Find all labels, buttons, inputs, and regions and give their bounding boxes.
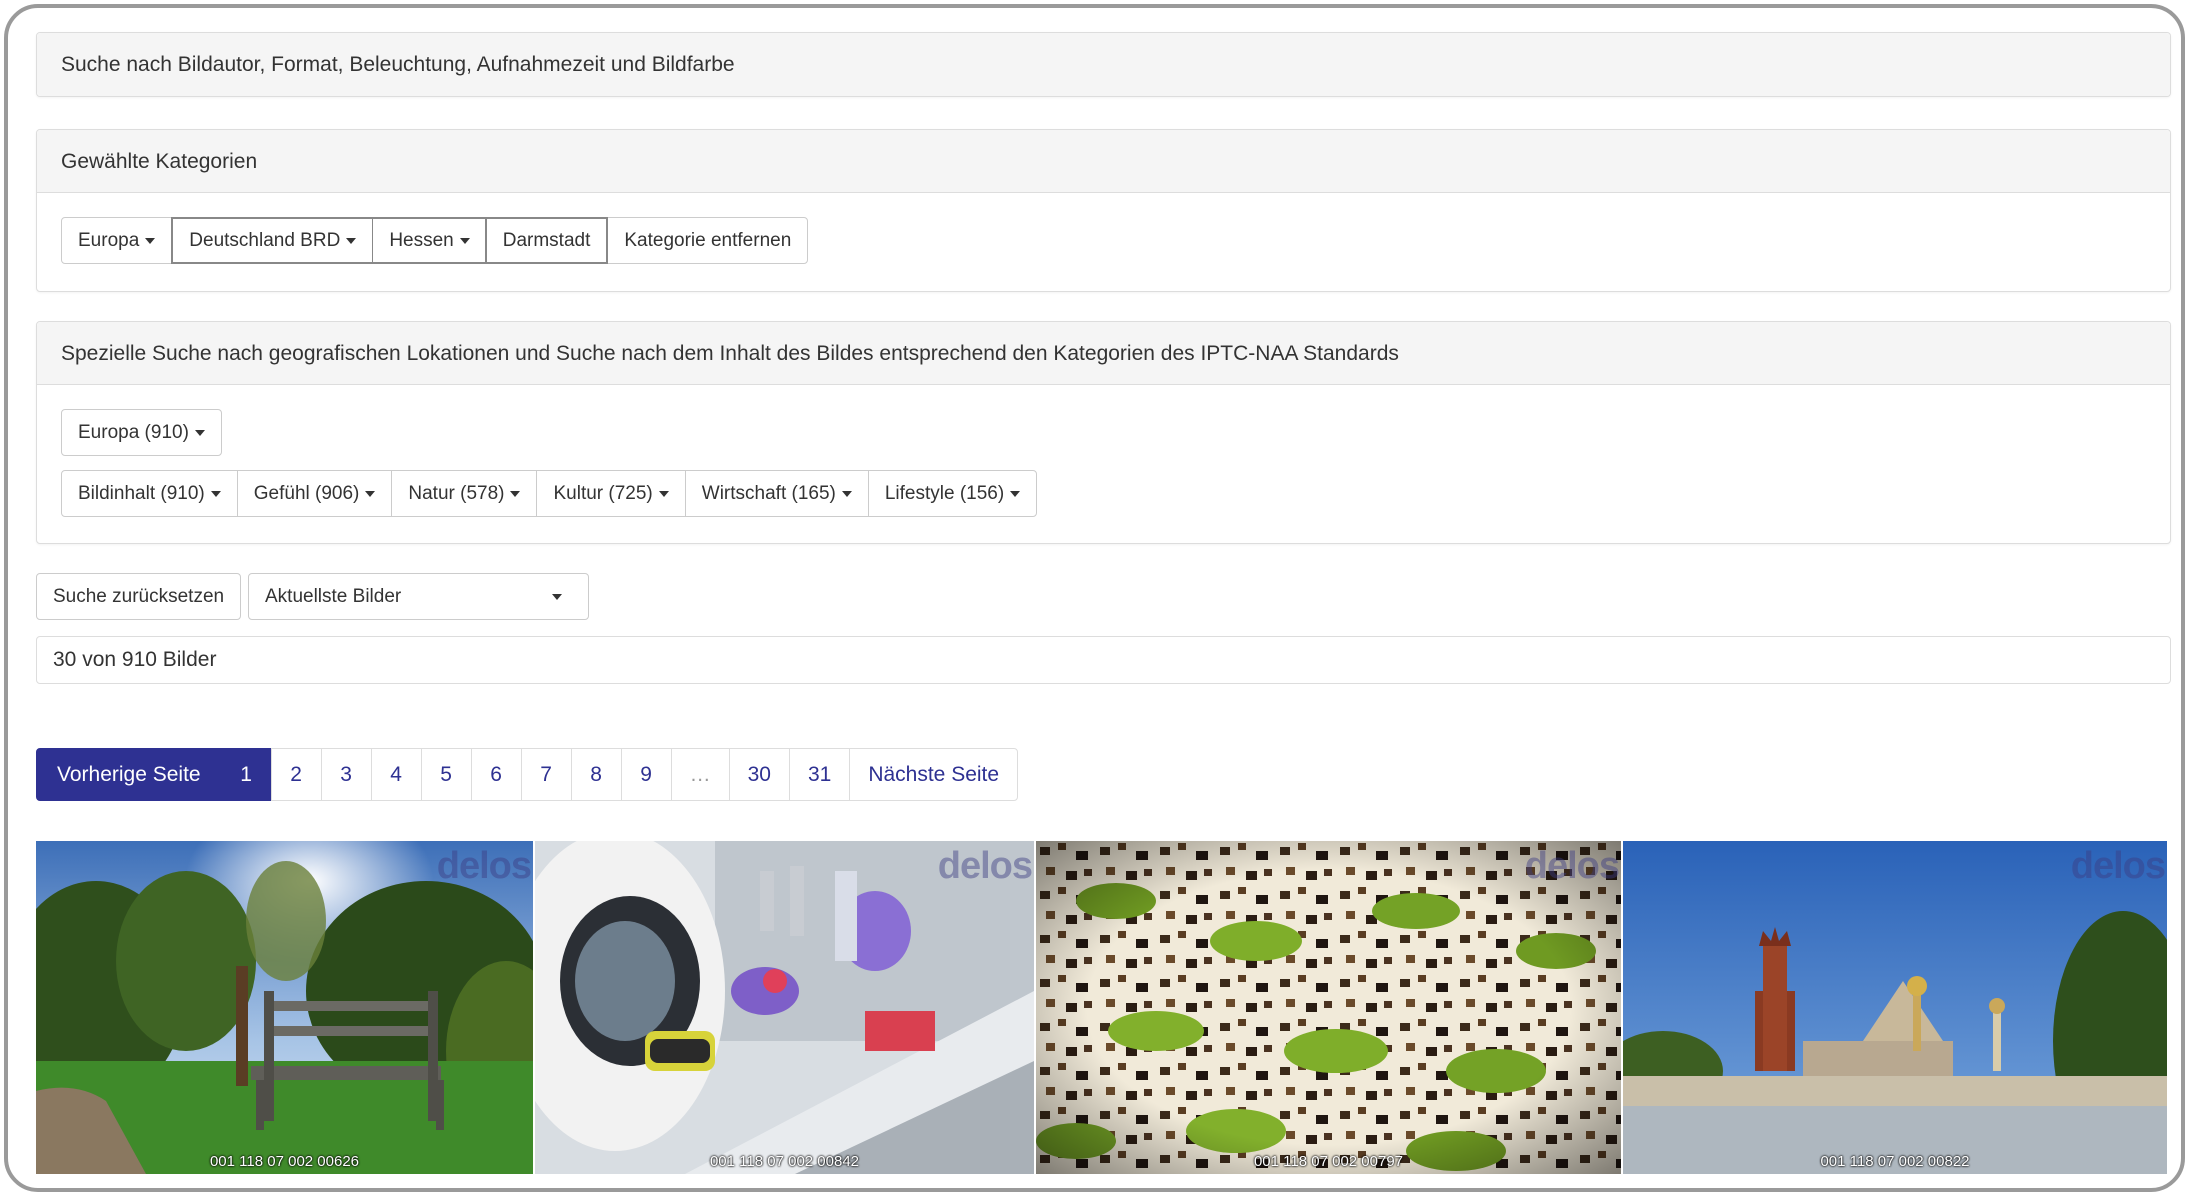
caret-down-icon	[510, 490, 521, 497]
thumbnail-caption: 001 118 07 002 00797	[1253, 1153, 1404, 1170]
selected-categories-heading: Gewählte Kategorien	[37, 130, 2170, 193]
caret-down-icon	[658, 490, 669, 497]
kiwi-cake-image	[1036, 841, 1621, 1174]
page-4[interactable]: 4	[370, 748, 422, 801]
next-page-button[interactable]: Nächste Seite	[849, 748, 1019, 801]
reset-search-label: Suche zurücksetzen	[53, 585, 225, 607]
page-2[interactable]: 2	[270, 748, 322, 801]
category-filter-group: Bildinhalt (910) Gefühl (906) Natur (578…	[61, 470, 1038, 517]
page-30[interactable]: 30	[728, 748, 790, 801]
thumbnail-kiwi-cake[interactable]: delos 001 118 07 002 00797	[1036, 841, 1621, 1174]
geo-filter-group: Europa (910)	[61, 409, 222, 456]
breadcrumb-hessen-label: Hessen	[389, 229, 454, 251]
filter-gefuehl[interactable]: Gefühl (906)	[236, 470, 393, 517]
caret-down-icon	[210, 490, 221, 497]
advanced-search-panel[interactable]: Suche nach Bildautor, Format, Beleuchtun…	[36, 32, 2171, 97]
park-bench-image	[36, 841, 533, 1174]
thumbnail-watermark: delos	[937, 845, 1033, 887]
filter-kultur-label: Kultur (725)	[553, 482, 653, 504]
special-search-heading: Spezielle Suche nach geografischen Lokat…	[37, 322, 2170, 385]
thumbnail-caption: 001 118 07 002 00842	[709, 1153, 860, 1170]
thumbnail-grid: delos 001 118 07 002 00626 delos 001 118…	[36, 841, 2167, 1174]
result-count: 30 von 910 Bilder	[36, 636, 2171, 684]
sort-select[interactable]: Aktuellste Bilder	[248, 573, 589, 620]
page-8[interactable]: 8	[570, 748, 622, 801]
pagination: Vorherige Seite 1 2 3 4 5 6 7 8 9 … 30 3…	[36, 748, 1019, 801]
special-search-panel: Spezielle Suche nach geografischen Lokat…	[36, 321, 2171, 544]
category-breadcrumb: Europa Deutschland BRD Hessen Darmstadt …	[61, 217, 809, 264]
filter-lifestyle[interactable]: Lifestyle (156)	[867, 470, 1038, 517]
page-9[interactable]: 9	[620, 748, 672, 801]
caret-down-icon	[365, 490, 376, 497]
caret-down-icon	[194, 429, 205, 436]
thumbnail-laboratory[interactable]: delos 001 118 07 002 00842	[535, 841, 1034, 1174]
thumbnail-watermark: delos	[1524, 845, 1620, 887]
result-count-text: 30 von 910 Bilder	[53, 648, 217, 671]
thumbnail-caption: 001 118 07 002 00626	[209, 1153, 360, 1170]
filter-lifestyle-label: Lifestyle (156)	[884, 482, 1005, 504]
page-3[interactable]: 3	[320, 748, 372, 801]
page-5[interactable]: 5	[420, 748, 472, 801]
selected-categories-panel: Gewählte Kategorien Europa Deutschland B…	[36, 129, 2171, 292]
laboratory-image	[535, 841, 1034, 1174]
caret-down-icon	[841, 490, 852, 497]
page-31[interactable]: 31	[788, 748, 851, 801]
caret-down-icon	[1010, 490, 1021, 497]
remove-category-label: Kategorie entfernen	[624, 229, 792, 251]
reset-group: Suche zurücksetzen	[36, 573, 242, 620]
thumbnail-watermark: delos	[2070, 845, 2166, 887]
chevron-down-icon	[552, 593, 562, 600]
page-1[interactable]: 1	[220, 748, 272, 801]
breadcrumb-europa[interactable]: Europa	[61, 217, 173, 264]
remove-category-button[interactable]: Kategorie entfernen	[607, 217, 809, 264]
advanced-search-heading[interactable]: Suche nach Bildautor, Format, Beleuchtun…	[37, 33, 2170, 96]
filter-wirtschaft-label: Wirtschaft (165)	[701, 482, 836, 504]
reset-search-button[interactable]: Suche zurücksetzen	[36, 573, 242, 620]
caret-down-icon	[459, 237, 470, 244]
page-6[interactable]: 6	[470, 748, 522, 801]
filter-gefuehl-label: Gefühl (906)	[253, 482, 360, 504]
thumbnail-wedding-tower[interactable]: delos 001 118 07 002 00822	[1623, 841, 2167, 1174]
previous-page-button[interactable]: Vorherige Seite	[36, 748, 222, 801]
filter-natur[interactable]: Natur (578)	[391, 470, 538, 517]
page-ellipsis: …	[670, 748, 730, 801]
filter-bildinhalt-label: Bildinhalt (910)	[78, 482, 205, 504]
thumbnail-caption: 001 118 07 002 00822	[1820, 1153, 1970, 1170]
wedding-tower-image	[1623, 841, 2167, 1174]
breadcrumb-europa-label: Europa	[78, 229, 140, 251]
thumbnail-watermark: delos	[436, 845, 532, 887]
breadcrumb-deutschland[interactable]: Deutschland BRD	[171, 217, 375, 264]
breadcrumb-darmstadt[interactable]: Darmstadt	[484, 217, 609, 264]
browser-frame: Suche nach Bildautor, Format, Beleuchtun…	[4, 4, 2185, 1192]
geo-filter-europa[interactable]: Europa (910)	[61, 409, 222, 456]
caret-down-icon	[346, 237, 357, 244]
breadcrumb-deutschland-label: Deutschland BRD	[189, 229, 341, 251]
sort-select-value: Aktuellste Bilder	[265, 585, 402, 607]
filter-wirtschaft[interactable]: Wirtschaft (165)	[684, 470, 869, 517]
filter-natur-label: Natur (578)	[408, 482, 505, 504]
filter-bildinhalt[interactable]: Bildinhalt (910)	[61, 470, 238, 517]
page-7[interactable]: 7	[520, 748, 572, 801]
caret-down-icon	[145, 237, 156, 244]
geo-filter-label: Europa (910)	[78, 421, 189, 443]
breadcrumb-darmstadt-label: Darmstadt	[502, 229, 591, 251]
breadcrumb-hessen[interactable]: Hessen	[373, 217, 486, 264]
filter-kultur[interactable]: Kultur (725)	[536, 470, 686, 517]
thumbnail-park-bench[interactable]: delos 001 118 07 002 00626	[36, 841, 533, 1174]
